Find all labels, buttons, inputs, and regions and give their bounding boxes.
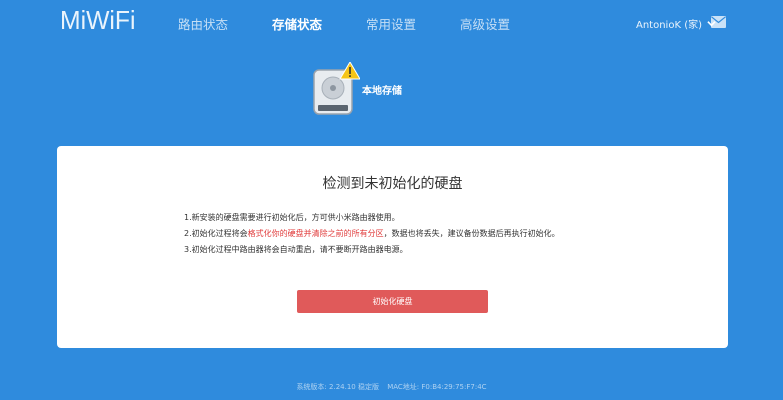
initialize-disk-button[interactable]: 初始化硬盘 <box>297 290 488 313</box>
nav-advanced-settings[interactable]: 高级设置 <box>460 14 510 33</box>
miwifi-logo[interactable]: MiWiFi <box>60 5 135 36</box>
mac-address: MAC地址: F0:B4:29:75:F7:4C <box>387 383 487 391</box>
instruction-text: 1.新安装的硬盘需要进行初始化后，方可供小米路由器使用。 <box>184 213 400 222</box>
nav-common-settings[interactable]: 常用设置 <box>366 14 416 33</box>
instruction-item: 2.初始化过程将会格式化你的硬盘并清除之前的所有分区，数据也将丢失，建议备份数据… <box>184 226 560 242</box>
instruction-text: 2.初始化过程将会 <box>184 229 248 238</box>
top-bar: MiWiFi 路由状态 存储状态 常用设置 高级设置 AntonioK (家) <box>0 0 783 46</box>
system-version: 系统版本: 2.24.10 稳定版 <box>296 383 379 391</box>
uninitialized-disk-card: 检测到未初始化的硬盘 1.新安装的硬盘需要进行初始化后，方可供小米路由器使用。 … <box>57 146 728 348</box>
nav-storage-status[interactable]: 存储状态 <box>272 14 322 33</box>
instruction-text: 3.初始化过程中路由器将会自动重启，请不要断开路由器电源。 <box>184 245 408 254</box>
instruction-item: 1.新安装的硬盘需要进行初始化后，方可供小米路由器使用。 <box>184 210 560 226</box>
instruction-warning: 格式化你的硬盘并清除之前的所有分区 <box>247 229 384 238</box>
instruction-item: 3.初始化过程中路由器将会自动重启，请不要断开路由器电源。 <box>184 242 560 258</box>
main-nav: 路由状态 存储状态 常用设置 高级设置 <box>178 14 554 33</box>
disk-warning-icon <box>313 62 360 115</box>
instruction-text: ，数据也将丢失，建议备份数据后再执行初始化。 <box>383 229 560 238</box>
user-name: AntonioK (家) <box>636 20 702 31</box>
instructions-list: 1.新安装的硬盘需要进行初始化后，方可供小米路由器使用。 2.初始化过程将会格式… <box>184 210 560 258</box>
local-storage-indicator: 本地存储 <box>312 62 402 118</box>
footer: 系统版本: 2.24.10 稳定版 MAC地址: F0:B4:29:75:F7:… <box>0 382 783 392</box>
nav-router-status[interactable]: 路由状态 <box>178 14 228 33</box>
user-menu[interactable]: AntonioK (家) <box>636 16 716 31</box>
card-title: 检测到未初始化的硬盘 <box>322 176 463 192</box>
local-storage-label: 本地存储 <box>362 85 402 97</box>
mail-icon[interactable] <box>711 16 726 28</box>
